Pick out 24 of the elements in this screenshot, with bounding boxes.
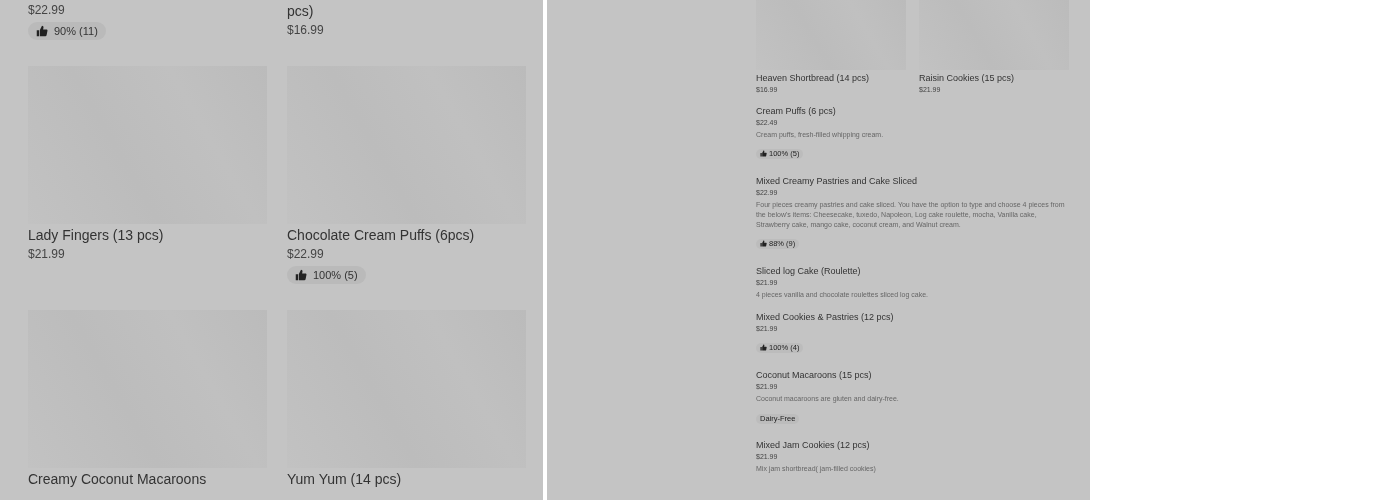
item-title: Yum Yum (14 pcs)	[287, 470, 403, 488]
item-title: Sliced log Cake (Roulette)	[756, 265, 862, 277]
item-title: Raisin Cookies (15 pcs)	[919, 72, 1016, 84]
item-title: Mixed Jam Cookies (12 pcs)	[756, 439, 871, 451]
item-title: pcs)	[287, 2, 315, 20]
thumbs-up-icon	[760, 344, 767, 351]
rating-text: 100% (5)	[313, 268, 358, 283]
item-price: $16.99	[287, 22, 325, 38]
item-title: Chocolate Cream Puffs (6pcs)	[287, 226, 476, 244]
thumbs-up-icon	[36, 25, 48, 37]
item-title: Creamy Coconut Macaroons	[28, 470, 208, 488]
item-title: Heaven Shortbread (14 pcs)	[756, 72, 871, 84]
item-title: Mixed Creamy Pastries and Cake Sliced	[756, 175, 919, 187]
item-title: Mixed Cookies & Pastries (12 pcs)	[756, 311, 895, 323]
item-price: $22.99	[28, 2, 66, 18]
item-price: $21.99	[28, 246, 66, 262]
item-title: Coconut Macaroons (15 pcs)	[756, 369, 873, 381]
item-title: Cream Puffs (6 pcs)	[756, 105, 837, 117]
thumbs-up-icon	[760, 150, 767, 157]
item-price: $22.99	[287, 246, 325, 262]
item-title: Lady Fingers (13 pcs)	[28, 226, 165, 244]
thumbs-up-icon	[295, 269, 307, 281]
thumbs-up-icon	[760, 240, 767, 247]
rating-text: 90% (11)	[54, 24, 98, 39]
